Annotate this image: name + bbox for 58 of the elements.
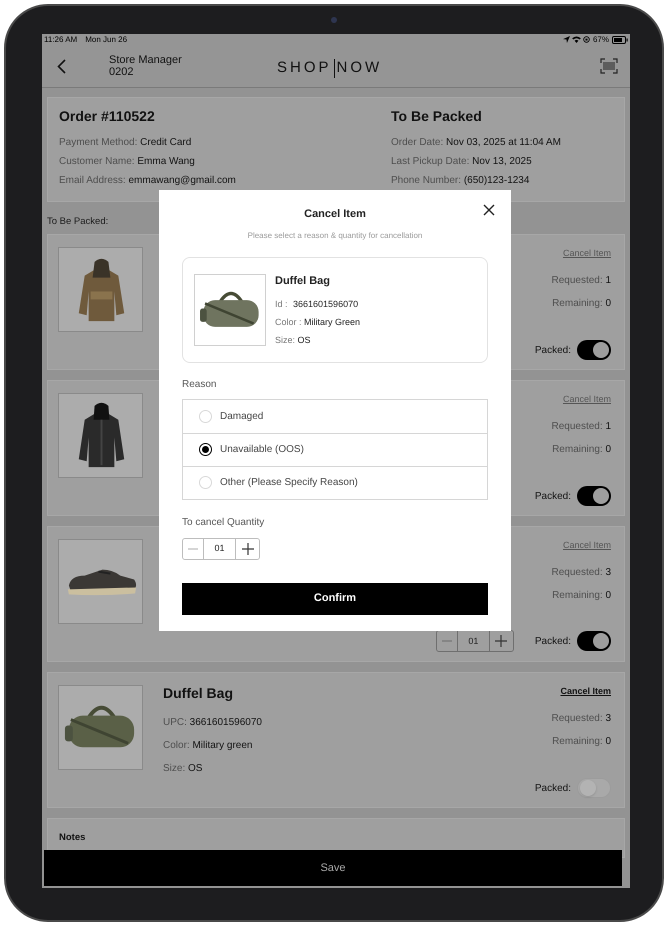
order-field: Phone Number: (650)123-1234 bbox=[344, 171, 613, 190]
reason-label: Reason bbox=[182, 378, 218, 392]
order-field: Email Address: emmawang@gmail.com bbox=[59, 171, 328, 190]
packed-label: Packed: bbox=[534, 634, 571, 649]
barcode-scan-button[interactable] bbox=[600, 58, 618, 74]
plus-icon bbox=[495, 635, 508, 648]
wifi-icon bbox=[572, 36, 581, 43]
item-detail: Color: Military green bbox=[163, 739, 254, 754]
packed-toggle[interactable] bbox=[577, 340, 611, 360]
packed-label: Packed: bbox=[534, 490, 571, 504]
product-detail: Color : Military Green bbox=[275, 316, 360, 329]
section-label: To Be Packed: bbox=[47, 215, 108, 229]
packed-label: Packed: bbox=[534, 782, 571, 796]
remaining-count: Remaining: 0 bbox=[552, 736, 611, 748]
order-field: Payment Method: Credit Card bbox=[59, 133, 328, 152]
dialog-subtitle: Please select a reason & quantity for cancellation bbox=[248, 230, 422, 242]
confirm-button[interactable]: Confirm bbox=[182, 582, 488, 614]
requested-count: Requested: 1 bbox=[552, 274, 611, 287]
packed-label: Packed: bbox=[534, 344, 571, 358]
save-button[interactable]: Save bbox=[44, 850, 622, 886]
store-title: Store Manager bbox=[109, 54, 182, 66]
status-date: Mon Jun 26 bbox=[85, 34, 128, 46]
order-status: To Be Packed bbox=[390, 107, 483, 126]
order-number: Order #110522 bbox=[59, 107, 156, 126]
product-name: Duffel Bag bbox=[275, 274, 331, 288]
reason-option[interactable]: Damaged bbox=[183, 400, 487, 432]
order-field: Order Date: Nov 03, 2025 at 11:04 AM bbox=[344, 133, 613, 152]
notes-title: Notes bbox=[59, 831, 86, 846]
logo: SHOP NOW bbox=[277, 58, 382, 80]
dialog-title: Cancel Item bbox=[304, 207, 366, 222]
reason-option[interactable]: Unavailable (OOS) bbox=[183, 432, 487, 466]
location-icon bbox=[562, 36, 570, 43]
cancel-item-link[interactable]: Cancel Item bbox=[560, 685, 611, 699]
remaining-count: Remaining: 0 bbox=[552, 298, 611, 310]
item-detail: UPC: 3661601596070 bbox=[163, 716, 263, 730]
requested-count: Requested: 1 bbox=[552, 420, 611, 433]
status-time: 11:26 AM bbox=[44, 34, 78, 46]
reason-option[interactable]: Other (Please Specify Reason) bbox=[183, 466, 487, 498]
order-field: Last Pickup Date: Nov 13, 2025 bbox=[344, 152, 613, 171]
quantity-label: To cancel Quantity bbox=[182, 516, 266, 530]
item-name: Duffel Bag bbox=[163, 684, 234, 704]
battery-percent: 67% bbox=[592, 34, 609, 46]
packed-toggle[interactable] bbox=[577, 486, 611, 506]
store-number: 0202 bbox=[109, 66, 134, 78]
product-detail: Size: OS bbox=[275, 334, 312, 347]
order-field: Customer Name: Emma Wang bbox=[59, 152, 328, 171]
remaining-count: Remaining: 0 bbox=[552, 444, 611, 456]
close-icon[interactable] bbox=[483, 204, 495, 216]
remaining-count: Remaining: 0 bbox=[552, 590, 611, 602]
product-detail: Id : 3661601596070 bbox=[275, 298, 360, 311]
radio-button[interactable] bbox=[199, 443, 212, 456]
plus-icon bbox=[242, 542, 254, 554]
packed-toggle[interactable] bbox=[577, 778, 611, 798]
item-detail: Size: OS bbox=[163, 762, 204, 776]
requested-count: Requested: 3 bbox=[552, 566, 611, 579]
battery-icon bbox=[612, 36, 628, 44]
requested-count: Requested: 3 bbox=[552, 712, 611, 725]
packed-toggle[interactable] bbox=[577, 631, 611, 652]
